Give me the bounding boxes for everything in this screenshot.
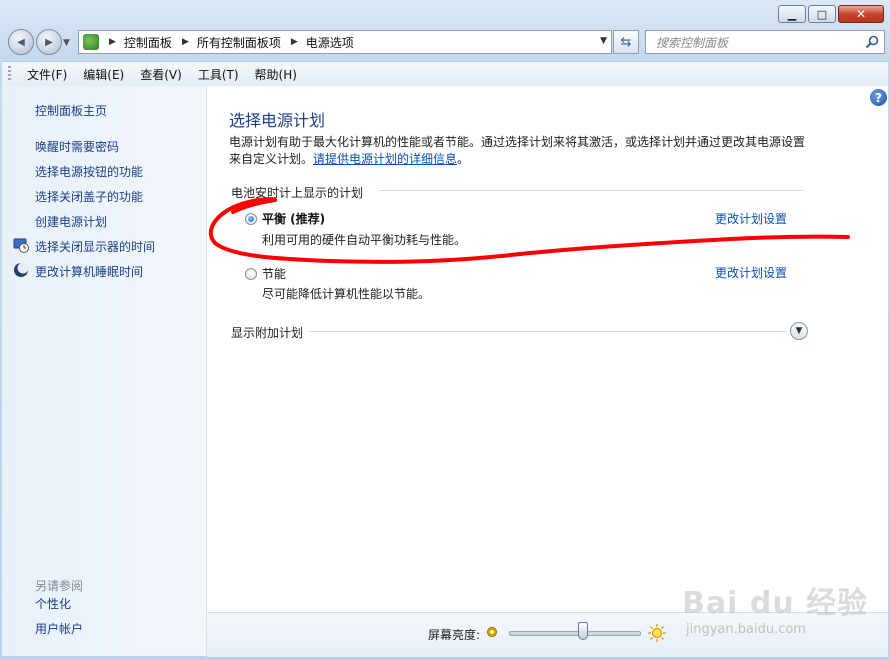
close-button[interactable]: ✕ — [838, 5, 884, 23]
breadcrumb-all-items[interactable]: 所有控制面板项 — [197, 34, 281, 51]
plan-name-power-saver[interactable]: 节能 — [262, 265, 286, 282]
bright-sun-icon — [648, 624, 666, 642]
help-icon[interactable]: ? — [870, 89, 887, 106]
search-input[interactable] — [654, 32, 858, 54]
maximize-icon: □ — [816, 7, 828, 21]
display-clock-icon — [13, 238, 29, 253]
breadcrumb-power-options[interactable]: 电源选项 — [306, 34, 354, 51]
navigation-bar: ◀ ▶ ▼ ▶ 控制面板 ▶ 所有控制面板项 ▶ 电源选项 ▼ ⇆ — [0, 26, 890, 58]
minimize-icon: ▁ — [787, 7, 797, 21]
main-content: ? 选择电源计划 电源计划有助于最大化计算机的性能或者节能。通过选择计划来将其激… — [207, 86, 888, 612]
window: ▁ □ ✕ ◀ ▶ ▼ ▶ 控制面板 ▶ 所有控制面板项 ▶ 电源选项 ▼ ⇆ — [0, 0, 890, 660]
dim-brightness-icon — [487, 627, 497, 637]
maximize-button[interactable]: □ — [808, 5, 836, 23]
sidebar-item-personalization[interactable]: 个性化 — [35, 595, 71, 612]
recent-pages-dropdown[interactable]: ▼ — [63, 38, 70, 48]
search-icon[interactable] — [865, 35, 879, 49]
page-title: 选择电源计划 — [229, 111, 326, 130]
menu-bar: 文件(F) 编辑(E) 查看(V) 工具(T) 帮助(H) — [2, 61, 888, 87]
refresh-button[interactable]: ⇆ — [613, 30, 639, 54]
minimize-button[interactable]: ▁ — [778, 5, 806, 23]
page-description: 电源计划有助于最大化计算机的性能或者节能。通过选择计划来将其激活，或选择计划并通… — [229, 134, 809, 168]
brightness-slider-track[interactable] — [509, 631, 641, 636]
change-plan-settings-power-saver[interactable]: 更改计划设置 — [715, 264, 787, 281]
breadcrumb-control-panel[interactable]: 控制面板 — [124, 34, 172, 51]
show-additional-plans[interactable]: 显示附加计划 — [231, 324, 303, 341]
additional-divider — [309, 331, 787, 332]
sidebar-item-lid-close[interactable]: 选择关闭盖子的功能 — [35, 188, 143, 205]
close-icon: ✕ — [855, 7, 867, 21]
group-heading: 电池安时计上显示的计划 — [231, 186, 364, 200]
window-controls: ▁ □ ✕ — [776, 5, 884, 23]
menu-help[interactable]: 帮助(H) — [247, 66, 305, 83]
back-button[interactable]: ◀ — [8, 29, 34, 55]
sidebar-item-user-accounts[interactable]: 用户帐户 — [35, 620, 83, 637]
menu-view[interactable]: 查看(V) — [132, 66, 190, 83]
sleep-moon-icon — [14, 262, 29, 277]
sidebar-item-power-buttons[interactable]: 选择电源按钮的功能 — [35, 163, 143, 180]
sidebar-control-panel-home[interactable]: 控制面板主页 — [35, 102, 107, 119]
watermark-url: jingyan.baidu.com — [686, 622, 806, 637]
chevron-right-icon[interactable]: ▶ — [182, 37, 189, 47]
plan-name-balanced[interactable]: 平衡 (推荐) — [262, 210, 325, 227]
group-divider — [379, 190, 804, 191]
plan-details-link[interactable]: 请提供电源计划的详细信息 — [313, 152, 457, 166]
plan-desc-balanced: 利用可用的硬件自动平衡功耗与性能。 — [262, 233, 467, 247]
back-arrow-icon: ◀ — [17, 36, 25, 48]
radio-power-saver[interactable] — [245, 268, 257, 280]
refresh-icon: ⇆ — [620, 34, 632, 50]
address-dropdown-icon[interactable]: ▼ — [600, 36, 607, 46]
toolbar-grip — [8, 66, 11, 82]
address-bar[interactable]: ▶ 控制面板 ▶ 所有控制面板项 ▶ 电源选项 ▼ — [78, 30, 612, 54]
chevron-right-icon[interactable]: ▶ — [291, 37, 298, 47]
brightness-slider-thumb[interactable] — [578, 622, 589, 640]
sidebar-item-wake-password[interactable]: 唤醒时需要密码 — [35, 138, 119, 155]
see-also-heading: 另请参阅 — [35, 579, 84, 593]
sidebar: 控制面板主页 唤醒时需要密码 选择电源按钮的功能 选择关闭盖子的功能 创建电源计… — [2, 86, 207, 656]
radio-balanced[interactable] — [245, 213, 257, 225]
sidebar-item-sleep-time[interactable]: 更改计算机睡眠时间 — [35, 263, 143, 280]
forward-arrow-icon: ▶ — [45, 36, 53, 48]
search-box — [645, 30, 885, 54]
baidu-jingyan-watermark-logo: Bai du 经验 — [682, 586, 869, 621]
control-panel-icon — [83, 34, 99, 50]
sidebar-item-create-plan[interactable]: 创建电源计划 — [35, 213, 107, 230]
forward-button[interactable]: ▶ — [36, 29, 62, 55]
menu-edit[interactable]: 编辑(E) — [75, 66, 132, 83]
sidebar-item-display-off[interactable]: 选择关闭显示器的时间 — [35, 238, 155, 255]
menu-tools[interactable]: 工具(T) — [190, 66, 247, 83]
menu-file[interactable]: 文件(F) — [19, 66, 75, 83]
plan-desc-power-saver: 尽可能降低计算机性能以节能。 — [262, 287, 431, 301]
chevron-right-icon[interactable]: ▶ — [109, 37, 116, 47]
description-end: 。 — [457, 152, 470, 166]
change-plan-settings-balanced[interactable]: 更改计划设置 — [715, 210, 787, 227]
brightness-label: 屏幕亮度: — [428, 628, 481, 642]
chevron-down-icon[interactable]: ▼ — [790, 322, 808, 340]
